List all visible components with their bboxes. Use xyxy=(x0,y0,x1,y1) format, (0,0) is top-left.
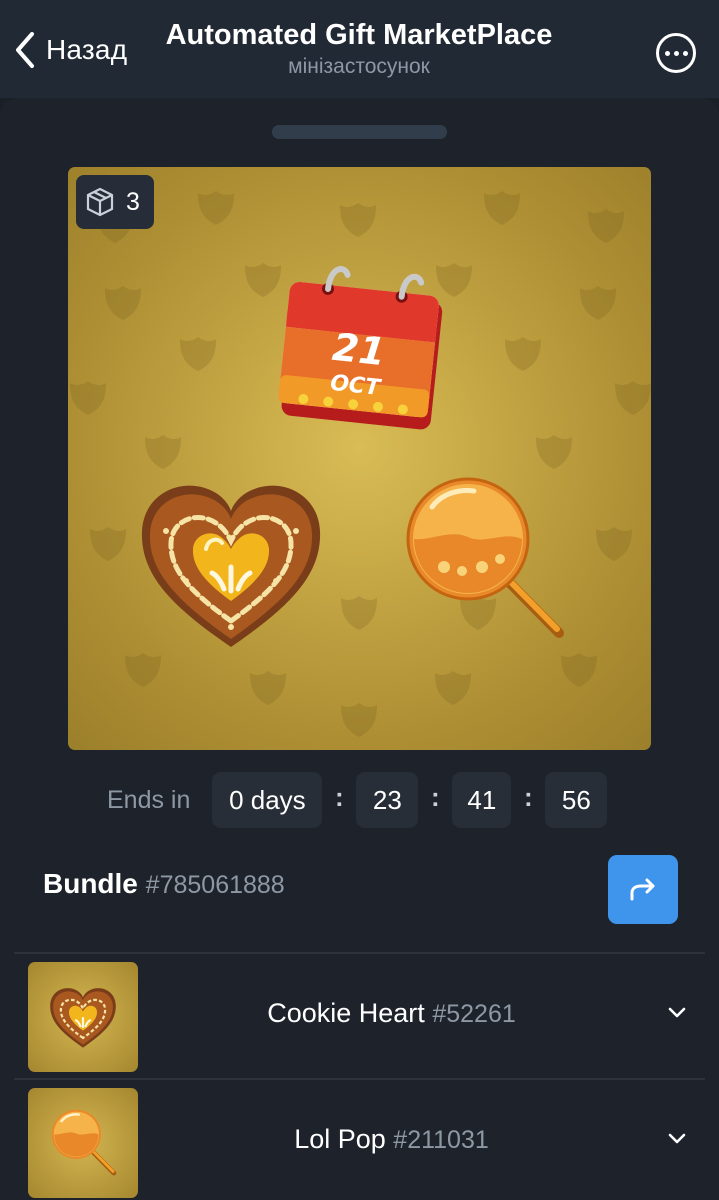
bundle-label: Bundle xyxy=(43,868,138,899)
chevron-down-icon[interactable] xyxy=(667,1006,687,1020)
item-count-badge: 3 xyxy=(76,175,154,229)
top-bar: Назад Automated Gift MarketPlace мінізас… xyxy=(0,0,719,98)
countdown-timer: Ends in 0 days : 23 : 41 : 56 xyxy=(107,772,608,828)
ellipsis-dot xyxy=(673,50,679,56)
countdown-minutes: 41 xyxy=(452,772,512,828)
gift-thumbnail xyxy=(28,1088,138,1198)
lollipop-icon xyxy=(406,477,564,638)
countdown-separator: : xyxy=(335,781,344,812)
countdown-seconds: 56 xyxy=(545,772,608,828)
item-count: 3 xyxy=(126,187,140,216)
gift-number: #211031 xyxy=(393,1126,489,1154)
bottom-sheet: 21 OCT 3 Ends in 0 days: 23: 41: 56 B… xyxy=(0,98,719,1200)
bundle-preview-image: 21 OCT 3 xyxy=(68,167,651,750)
countdown-separator: : xyxy=(431,781,440,812)
drag-handle[interactable] xyxy=(272,125,447,139)
share-arrow-icon xyxy=(630,878,655,900)
chevron-down-icon[interactable] xyxy=(667,1132,687,1146)
gift-title: Lol Pop xyxy=(294,1124,386,1154)
gift-item-row[interactable]: Cookie Heart #52261 xyxy=(14,954,705,1078)
ellipsis-dot xyxy=(682,50,688,56)
more-options-button[interactable] xyxy=(656,33,696,73)
share-button[interactable] xyxy=(608,855,678,924)
ellipsis-dot xyxy=(664,50,670,56)
gift-thumbnail xyxy=(28,962,138,1072)
bundle-number: #785061888 xyxy=(145,871,285,899)
gift-item-row[interactable]: Lol Pop #211031 xyxy=(14,1080,705,1200)
gift-name: Cookie Heart #52261 xyxy=(138,998,645,1029)
lollipop-icon xyxy=(51,1109,117,1176)
calendar-day: 21 xyxy=(330,325,387,374)
bundle-title: Bundle #785061888 xyxy=(43,868,285,900)
calendar-icon: 21 OCT xyxy=(278,266,443,430)
gift-number: #52261 xyxy=(432,1000,516,1028)
cookie-heart-icon xyxy=(141,485,321,647)
app-subtitle: мінізастосунок xyxy=(288,55,430,78)
countdown-hours: 23 xyxy=(356,772,419,828)
back-label: Назад xyxy=(46,34,128,65)
countdown-days: 0 days xyxy=(212,772,323,828)
back-button[interactable]: Назад xyxy=(12,26,127,74)
gift-title: Cookie Heart xyxy=(267,998,425,1028)
chevron-left-icon xyxy=(16,32,34,68)
app-title: Automated Gift MarketPlace xyxy=(165,19,553,51)
gift-name: Lol Pop #211031 xyxy=(138,1124,645,1155)
title-block: Automated Gift MarketPlace мінізастосуно… xyxy=(150,16,568,80)
box-icon xyxy=(86,187,114,217)
ends-in-label: Ends in xyxy=(107,785,191,814)
cookie-heart-icon xyxy=(50,988,116,1048)
shield-pattern xyxy=(70,191,651,737)
countdown-separator: : xyxy=(524,781,533,812)
